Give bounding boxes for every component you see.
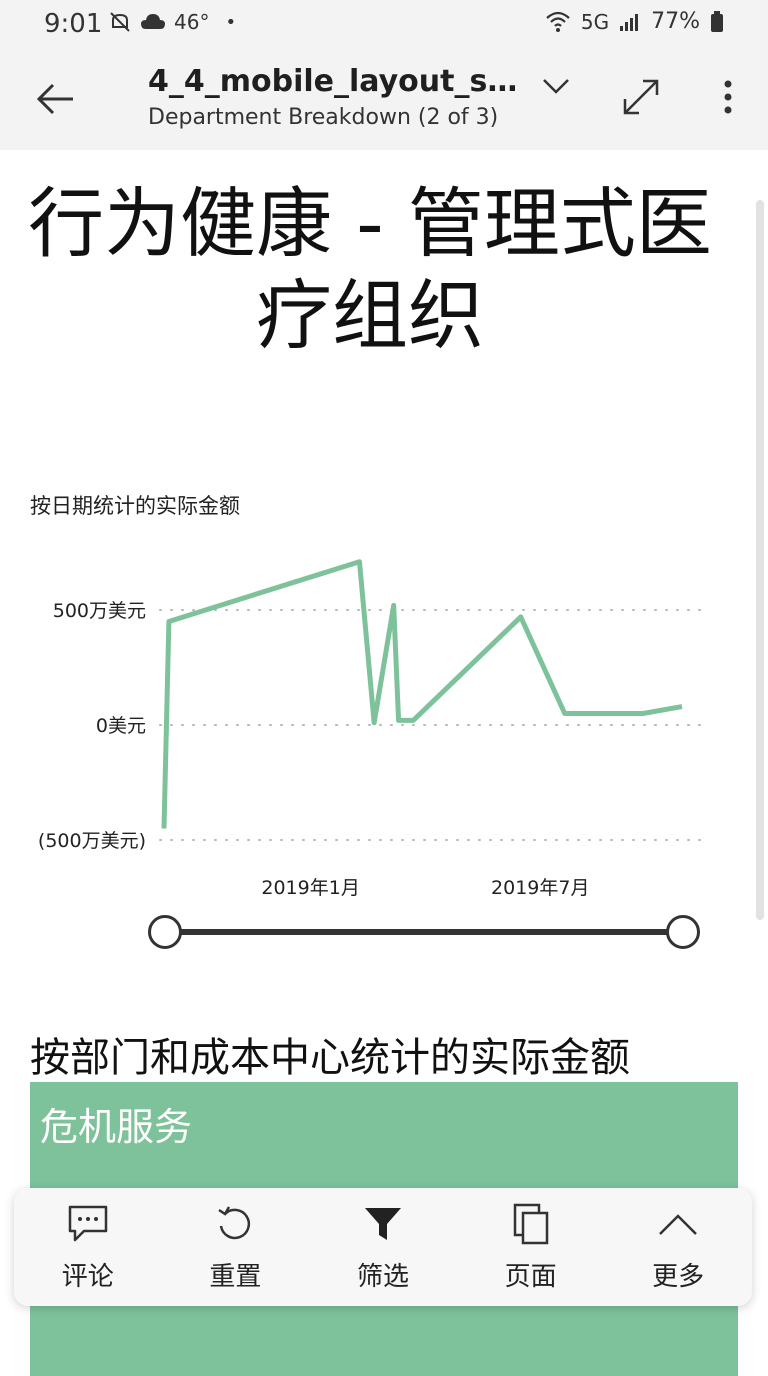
expand-button[interactable] <box>614 70 668 124</box>
line-chart[interactable]: 500万美元 0美元 (500万美元) 2019年1月 2019年7月 <box>0 530 760 910</box>
bottom-action-bar: 评论 重置 筛选 页面 更多 <box>14 1188 752 1306</box>
status-bar: 9:01 46° • 5G 77% <box>0 0 768 48</box>
chevron-down-icon <box>543 79 569 94</box>
expand-icon <box>623 79 659 115</box>
status-network: 5G <box>580 9 610 34</box>
y-tick-label: 500万美元 <box>53 600 146 622</box>
overflow-menu-button[interactable] <box>706 70 750 124</box>
date-range-slider[interactable] <box>148 912 700 952</box>
status-left-icons: 46° • <box>108 10 236 34</box>
series-line[interactable] <box>161 559 683 829</box>
page-subtitle: Department Breakdown (2 of 3) <box>148 105 499 130</box>
comment-button[interactable]: 评论 <box>28 1202 148 1293</box>
report-title[interactable]: 4_4_mobile_layout_sol... <box>148 64 528 99</box>
slider-end-handle[interactable] <box>666 915 700 949</box>
page-title: 行为健康 - 管理式医疗组织 <box>28 179 712 360</box>
comment-label: 评论 <box>61 1261 114 1292</box>
status-temperature: 46° <box>174 10 210 34</box>
x-tick-label: 2019年1月 <box>261 877 359 899</box>
wifi-icon <box>546 11 570 32</box>
pages-icon <box>513 1203 548 1244</box>
filter-button[interactable]: 筛选 <box>323 1202 443 1293</box>
cloud-icon <box>141 14 165 29</box>
page-dropdown-button[interactable] <box>536 66 576 106</box>
status-dot: • <box>225 11 237 33</box>
chart-title: 按日期统计的实际金额 <box>30 494 240 518</box>
treemap-tile-label: 危机服务 <box>40 1105 193 1149</box>
comment-icon <box>68 1205 108 1241</box>
status-time: 9:01 <box>44 9 103 39</box>
section-title: 按部门和成本中心统计的实际金额 <box>30 1035 630 1081</box>
arrow-left-icon <box>36 83 73 115</box>
filter-label: 筛选 <box>356 1261 409 1292</box>
reset-button[interactable]: 重置 <box>175 1202 295 1293</box>
slider-track[interactable] <box>164 929 682 935</box>
title-block[interactable]: 4_4_mobile_layout_sol... Department Brea… <box>148 64 528 130</box>
app-bar: 4_4_mobile_layout_sol... Department Brea… <box>0 48 768 150</box>
signal-icon <box>620 13 639 31</box>
pages-label: 页面 <box>504 1261 557 1292</box>
x-tick-label: 2019年7月 <box>491 877 589 899</box>
y-tick-label: 0美元 <box>96 715 146 737</box>
mute-icon <box>110 12 130 32</box>
chevron-up-icon <box>659 1213 698 1235</box>
pages-button[interactable]: 页面 <box>471 1202 591 1293</box>
reset-icon <box>218 1205 251 1239</box>
back-button[interactable] <box>28 72 82 126</box>
more-button[interactable]: 更多 <box>618 1202 738 1293</box>
more-label: 更多 <box>652 1261 705 1292</box>
filter-icon <box>364 1207 401 1240</box>
battery-icon <box>711 10 723 32</box>
status-right-icons: 5G 77% <box>545 9 724 34</box>
status-battery-percent: 77% <box>651 9 700 34</box>
slider-start-handle[interactable] <box>148 915 182 949</box>
reset-label: 重置 <box>209 1261 262 1292</box>
more-vertical-icon <box>724 80 732 114</box>
y-tick-label: (500万美元) <box>38 830 146 852</box>
